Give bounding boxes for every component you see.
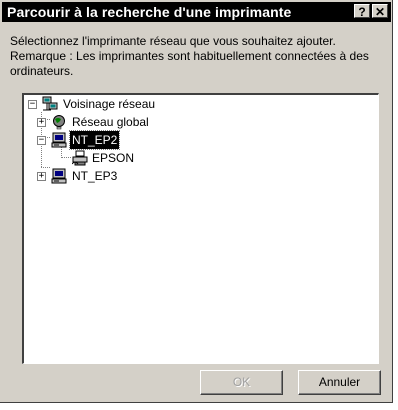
tree-node-reseau-global[interactable]: + Réseau global [24,113,364,131]
window: Parcourir à la recherche d'une imprimant… [0,0,398,410]
network-neighborhood-icon [42,96,58,111]
tree-node-nt-ep3[interactable]: + NT_EP3 [24,167,364,185]
cancel-button[interactable]: Annuler [298,370,381,395]
tree-node-label: Voisinage réseau [63,97,156,111]
expand-toggle[interactable]: + [37,172,46,181]
tree-node-epson[interactable]: EPSON [24,149,364,167]
browse-printer-dialog: Parcourir à la recherche d'une imprimant… [0,0,393,403]
network-tree-view[interactable]: − Voisinage réseau + Réseau global − NT_… [22,93,379,364]
dialog-title: Parcourir à la recherche d'une imprimant… [7,4,292,20]
tree-node-label: EPSON [92,151,135,165]
tree-node-nt-ep2[interactable]: − NT_EP2 [24,130,364,150]
computer-icon [51,168,67,184]
instructions-text: Sélectionnez l'imprimante réseau que vou… [10,34,390,79]
instructions-line-1: Sélectionnez l'imprimante réseau que vou… [10,34,336,48]
printer-icon [72,150,88,166]
ok-button[interactable]: OK [200,370,283,395]
tree-node-voisinage-reseau[interactable]: − Voisinage réseau [24,95,364,113]
expand-toggle[interactable]: + [37,118,46,127]
instructions-line-2: Remarque : Les imprimantes sont habituel… [10,49,369,78]
tree-node-label-selected: NT_EP2 [68,130,121,150]
close-button[interactable]: ✕ [372,4,388,19]
computer-icon [51,132,67,148]
globe-icon [53,115,65,130]
collapse-toggle[interactable]: − [28,100,37,109]
help-button[interactable]: ? [354,4,370,19]
title-bar[interactable]: Parcourir à la recherche d'une imprimant… [2,2,391,22]
collapse-toggle[interactable]: − [37,136,46,145]
tree-node-label: Réseau global [72,115,149,129]
tree-node-label: NT_EP3 [72,169,118,183]
